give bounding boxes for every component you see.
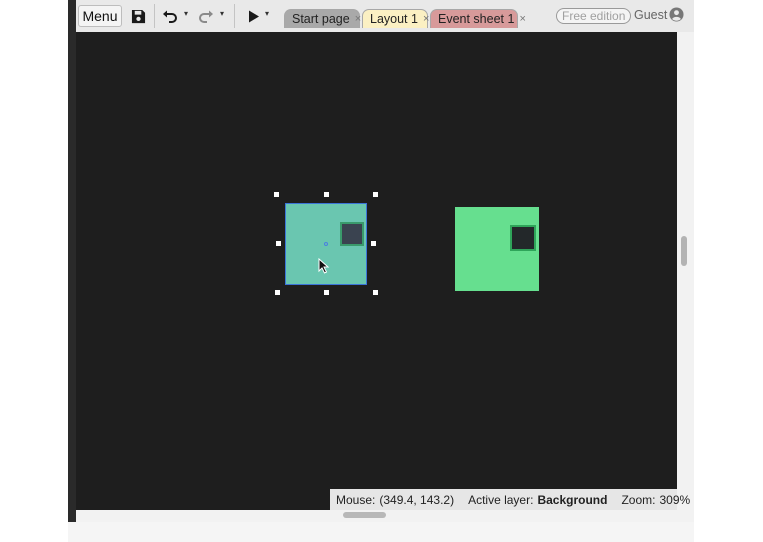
redo-button[interactable] bbox=[196, 6, 216, 26]
preview-dropdown-icon[interactable]: ▾ bbox=[265, 9, 269, 18]
resize-handle-bottom-right[interactable] bbox=[373, 290, 378, 295]
tab-layout-1[interactable]: Layout 1 × bbox=[362, 9, 429, 28]
redo-icon bbox=[199, 10, 213, 23]
play-icon bbox=[249, 10, 259, 22]
top-toolbar: Menu ▾ ▾ ▾ Start page × Layout 1 × Event… bbox=[76, 0, 694, 33]
origin-point[interactable] bbox=[324, 242, 328, 246]
tab-label: Event sheet 1 bbox=[438, 12, 515, 26]
zoom-label: Zoom: bbox=[621, 492, 656, 507]
free-edition-badge[interactable]: Free edition bbox=[556, 8, 632, 24]
resize-handle-top-left[interactable] bbox=[274, 192, 279, 197]
resize-handle-bottom[interactable] bbox=[324, 290, 329, 295]
mouse-coordinates: (349.4, 143.2) bbox=[379, 492, 455, 507]
resize-handle-top[interactable] bbox=[324, 192, 329, 197]
tab-label: Layout 1 bbox=[370, 12, 418, 26]
undo-dropdown-icon[interactable]: ▾ bbox=[184, 9, 188, 18]
horizontal-scrollbar-thumb[interactable] bbox=[343, 512, 386, 518]
resize-handle-bottom-left[interactable] bbox=[275, 290, 280, 295]
sprite-inner-square bbox=[340, 222, 364, 246]
zoom-value: 309% bbox=[659, 492, 691, 507]
resize-handle-left[interactable] bbox=[276, 241, 281, 246]
vertical-scrollbar-thumb[interactable] bbox=[681, 236, 687, 266]
guest-label[interactable]: Guest bbox=[634, 8, 667, 22]
window-bottom-edge bbox=[68, 522, 694, 542]
tab-label: Start page bbox=[292, 12, 350, 26]
close-icon[interactable]: × bbox=[355, 13, 361, 25]
resize-handle-right[interactable] bbox=[371, 241, 376, 246]
save-button[interactable] bbox=[128, 6, 148, 26]
toolbar-separator bbox=[154, 4, 155, 28]
undo-icon bbox=[163, 10, 177, 23]
layout-canvas[interactable] bbox=[76, 32, 677, 510]
preview-button[interactable] bbox=[244, 6, 264, 26]
resize-handle-top-right[interactable] bbox=[373, 192, 378, 197]
user-circle-icon[interactable] bbox=[669, 7, 684, 22]
menu-button[interactable]: Menu bbox=[78, 5, 122, 27]
undo-button[interactable] bbox=[160, 6, 180, 26]
active-layer-label: Active layer: bbox=[468, 492, 534, 507]
active-layer-value: Background bbox=[537, 492, 608, 507]
close-icon[interactable]: × bbox=[423, 13, 429, 25]
window-left-border bbox=[68, 0, 76, 541]
vertical-scrollbar[interactable] bbox=[677, 32, 694, 510]
tab-event-sheet-1[interactable]: Event sheet 1 × bbox=[430, 9, 526, 28]
close-icon[interactable]: × bbox=[519, 13, 525, 25]
floppy-disk-icon bbox=[131, 9, 145, 23]
mouse-label: Mouse: bbox=[336, 492, 376, 507]
redo-dropdown-icon[interactable]: ▾ bbox=[220, 9, 224, 18]
status-bar: Mouse: (349.4, 143.2) Active layer: Back… bbox=[330, 489, 690, 510]
tab-start-page[interactable]: Start page × bbox=[284, 9, 361, 28]
sprite-inner-square bbox=[510, 225, 536, 251]
toolbar-separator bbox=[234, 4, 235, 28]
mouse-cursor-icon bbox=[318, 258, 330, 274]
